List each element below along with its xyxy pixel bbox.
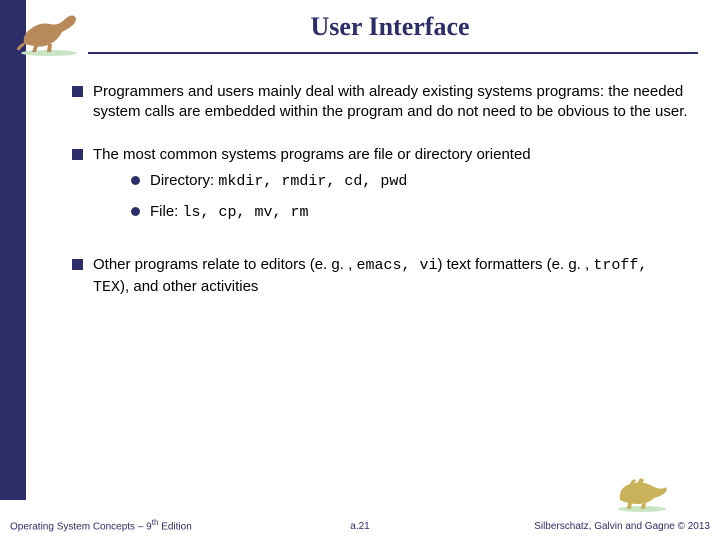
square-bullet-icon xyxy=(72,149,83,160)
sub-bullet-label: Directory: xyxy=(150,172,214,189)
left-accent-strip xyxy=(0,0,26,500)
sub-bullet-commands: ls, cp, mv, rm xyxy=(183,204,309,221)
bullet-item: Programmers and users mainly deal with a… xyxy=(72,82,692,123)
square-bullet-icon xyxy=(72,259,83,270)
bullet-item: Other programs relate to editors (e. g. … xyxy=(72,255,692,298)
bullet-text: Programmers and users mainly deal with a… xyxy=(93,82,692,123)
dinosaur-icon xyxy=(14,6,84,56)
footer-copyright: Silberschatz, Galvin and Gagne © 2013 xyxy=(534,521,710,532)
circle-bullet-icon xyxy=(131,207,140,216)
sub-bullet-item: Directory: mkdir, rmdir, cd, pwd xyxy=(131,171,692,192)
slide-footer: Operating System Concepts – 9th Edition … xyxy=(0,502,720,540)
slide-title: User Interface xyxy=(100,12,680,42)
sub-bullet-commands: mkdir, rmdir, cd, pwd xyxy=(218,173,407,190)
bullet-text: The most common systems programs are fil… xyxy=(93,145,692,165)
bullet-text: Other programs relate to editors (e. g. … xyxy=(93,255,692,298)
sub-bullet-item: File: ls, cp, mv, rm xyxy=(131,202,692,223)
slide-title-area: User Interface xyxy=(100,12,680,42)
bullet-item: The most common systems programs are fil… xyxy=(72,145,692,234)
title-underline xyxy=(88,52,698,54)
square-bullet-icon xyxy=(72,86,83,97)
slide-body: Programmers and users mainly deal with a… xyxy=(72,82,692,320)
circle-bullet-icon xyxy=(131,176,140,185)
sub-bullet-label: File: xyxy=(150,203,178,220)
